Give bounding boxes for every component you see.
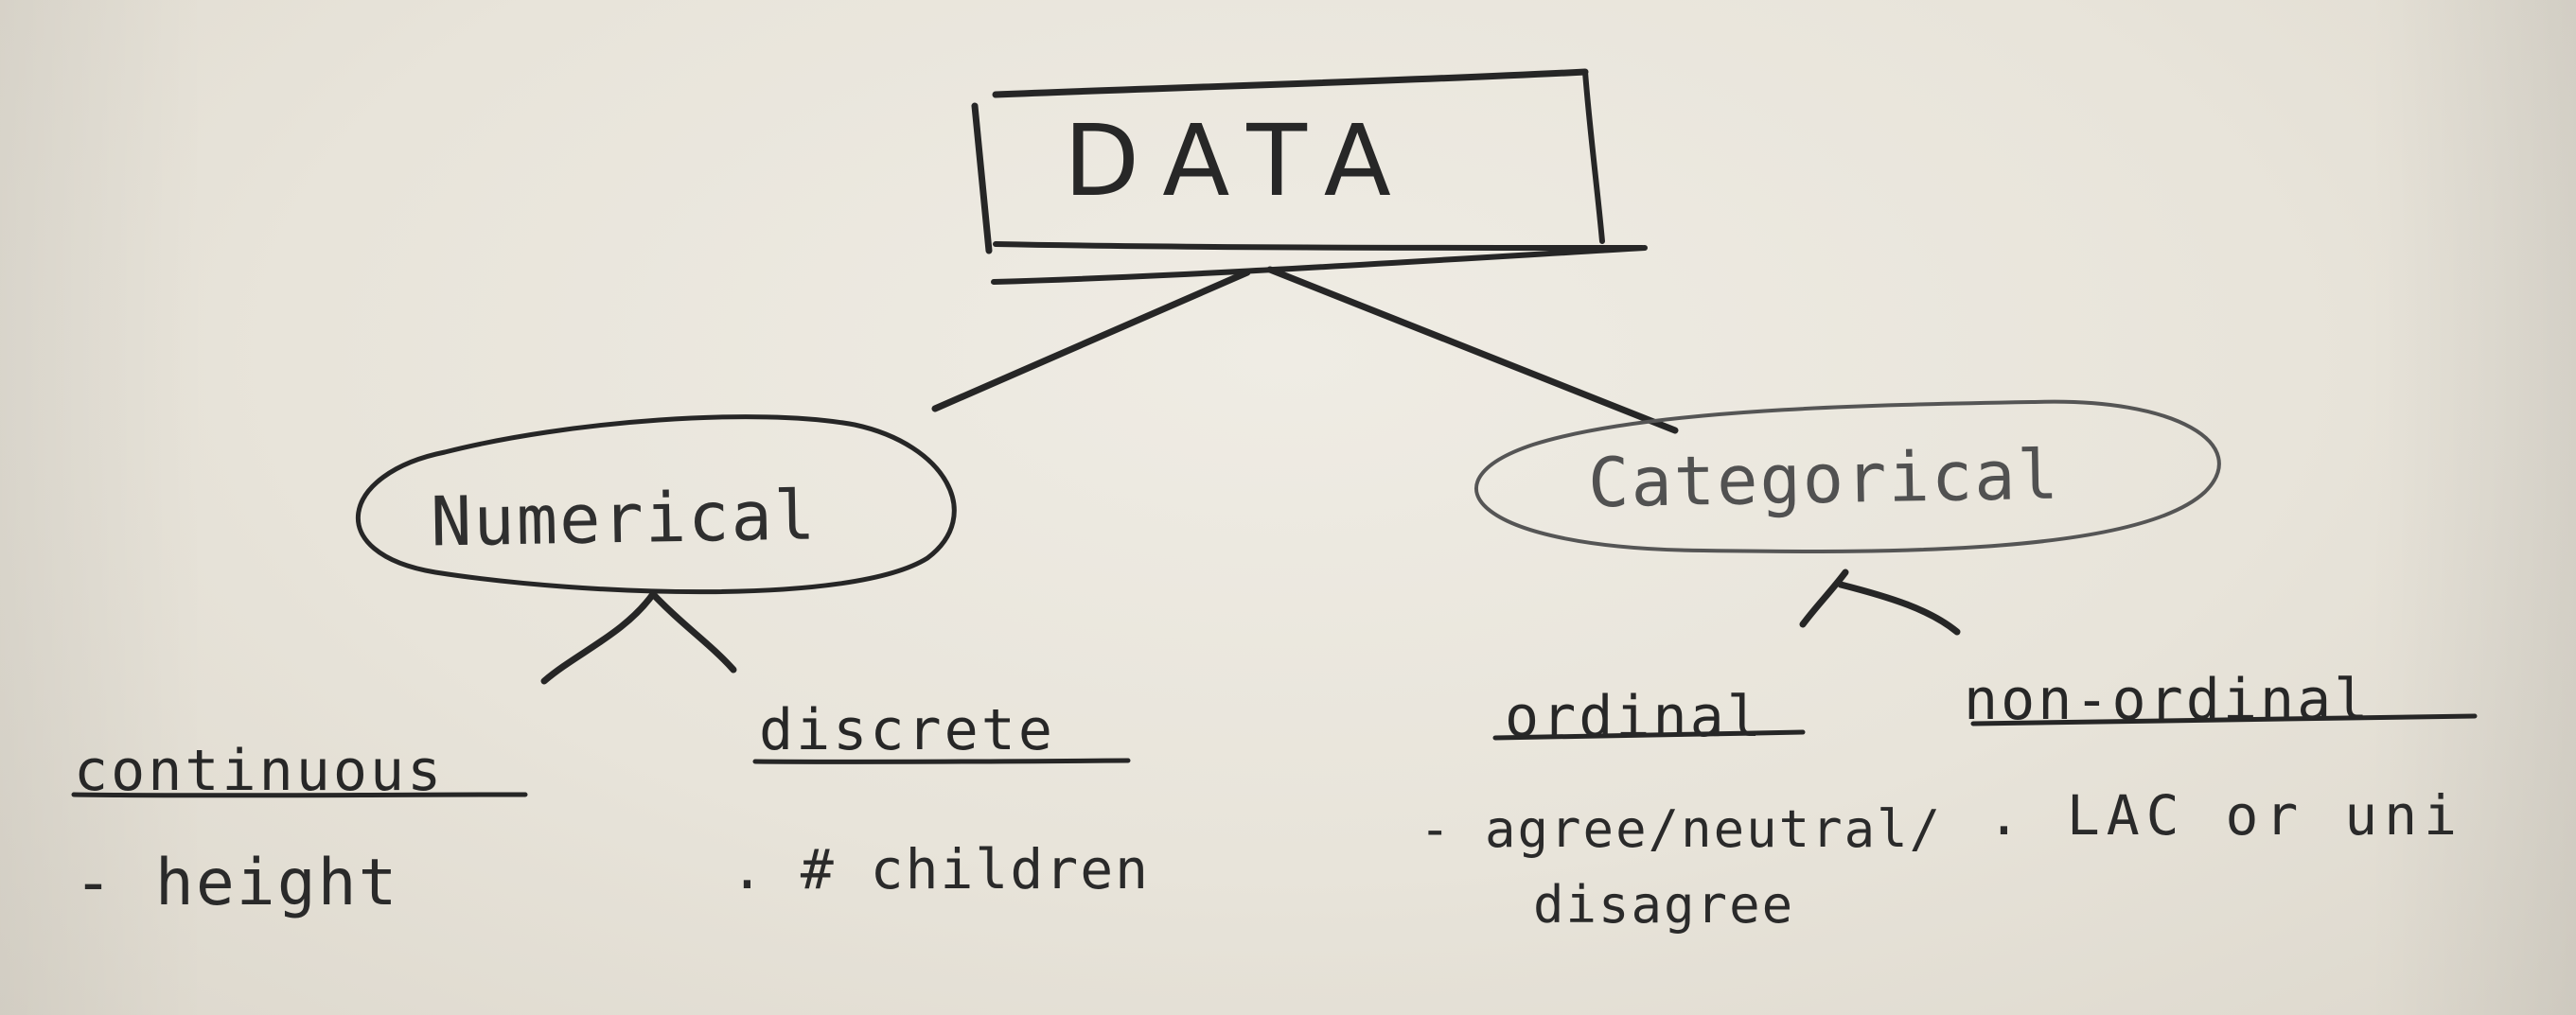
continuous-label: continuous [74,738,445,804]
ordinal-example-line-2: disagree [1533,875,1795,935]
non-ordinal-example: . LAC or uni [1987,783,2464,848]
categorical-fork [1799,569,1961,636]
connector-data-categorical [1266,266,1679,434]
root-label: DATA [1064,103,1416,219]
continuous-example: - height [74,846,399,920]
notebook-page: DATA Numerical Categorical continuous di… [0,0,2576,1015]
connector-data-numerical [931,269,1251,412]
numerical-fork [540,590,737,685]
ordinal-label: ordinal [1505,684,1764,750]
discrete-example: . # children [731,837,1151,901]
ordinal-example-line-1: - agree/neutral/ [1420,799,1943,859]
numerical-label: Numerical [430,475,818,562]
discrete-label: discrete [759,697,1055,763]
categorical-label: Categorical [1587,434,2061,523]
non-ordinal-label: non-ordinal [1964,667,2372,733]
